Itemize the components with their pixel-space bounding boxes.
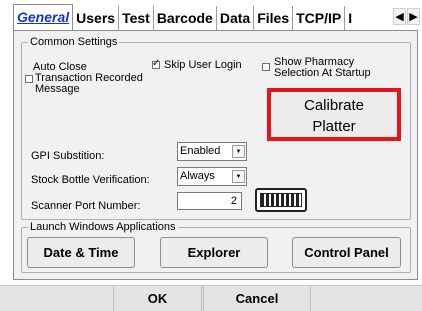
tab-data-label: Data (219, 10, 251, 26)
tab-barcode[interactable]: Barcode (154, 6, 217, 30)
skip-user-login-checkbox[interactable] (152, 58, 160, 69)
date-time-button[interactable]: Date & Time (27, 237, 135, 268)
tab-files[interactable]: Files (254, 6, 294, 30)
tab-data[interactable]: Data (217, 6, 255, 30)
tab-general-label: General (17, 9, 70, 25)
scanner-port-label: Scanner Port Number: (31, 200, 141, 212)
tab-barcode-label: Barcode (156, 10, 213, 26)
cancel-button[interactable]: Cancel (203, 286, 311, 311)
tab-test[interactable]: Test (119, 6, 154, 30)
tab-scroll-left-icon[interactable]: ◀ (393, 8, 406, 25)
control-panel-button[interactable]: Control Panel (292, 237, 401, 268)
chevron-down-icon: ▼ (232, 145, 245, 158)
auto-close-checkbox[interactable] (25, 75, 33, 83)
tab-general[interactable]: General (13, 4, 74, 30)
auto-close-label-line3: Message (35, 83, 80, 95)
gpi-substitution-value: Enabled (180, 145, 221, 157)
tab-bar: General Users Test Barcode Data Files TC… (13, 4, 355, 30)
footer-bar: OK Cancel (0, 285, 422, 311)
stock-bottle-select[interactable]: Always ▼ (177, 167, 247, 186)
tab-next-partial[interactable]: I (345, 6, 355, 30)
gpi-substitution-label: GPI Substition: (31, 150, 105, 162)
keyboard-icon[interactable] (255, 188, 307, 212)
general-tab-panel: Common Settings Auto Close Transaction R… (13, 30, 418, 280)
explorer-button[interactable]: Explorer (160, 237, 268, 268)
ok-button[interactable]: OK (113, 286, 202, 311)
tab-next-partial-label: I (348, 10, 353, 26)
scanner-port-input[interactable]: 2 (177, 192, 242, 210)
calibrate-line1: Calibrate (303, 97, 365, 114)
stock-bottle-label: Stock Bottle Verification: (31, 174, 150, 186)
calibrate-line2: Platter (312, 118, 356, 135)
tab-files-label: Files (257, 10, 290, 26)
stock-bottle-value: Always (180, 170, 215, 182)
tab-users-label: Users (76, 10, 116, 26)
show-pharmacy-label-line2: Selection At Startup (274, 67, 371, 79)
gpi-substitution-select[interactable]: Enabled ▼ (177, 142, 247, 161)
tab-users[interactable]: Users (73, 6, 120, 30)
common-settings-legend: Common Settings (28, 35, 120, 49)
launch-apps-group: Launch Windows Applications Date & Time … (21, 220, 411, 273)
tab-tcpip[interactable]: TCP/IP (293, 6, 346, 30)
keyboard-keys (260, 193, 302, 207)
launch-apps-legend: Launch Windows Applications (28, 220, 178, 234)
show-pharmacy-checkbox[interactable] (262, 63, 270, 71)
chevron-down-icon: ▼ (232, 170, 245, 183)
calibrate-platter-button[interactable]: Calibrate Platter (267, 88, 401, 141)
tab-tcpip-label: TCP/IP (296, 10, 342, 26)
skip-user-login-label: Skip User Login (164, 59, 242, 71)
tab-scroll-right-icon[interactable]: ▶ (407, 8, 420, 25)
tab-test-label: Test (122, 10, 150, 26)
